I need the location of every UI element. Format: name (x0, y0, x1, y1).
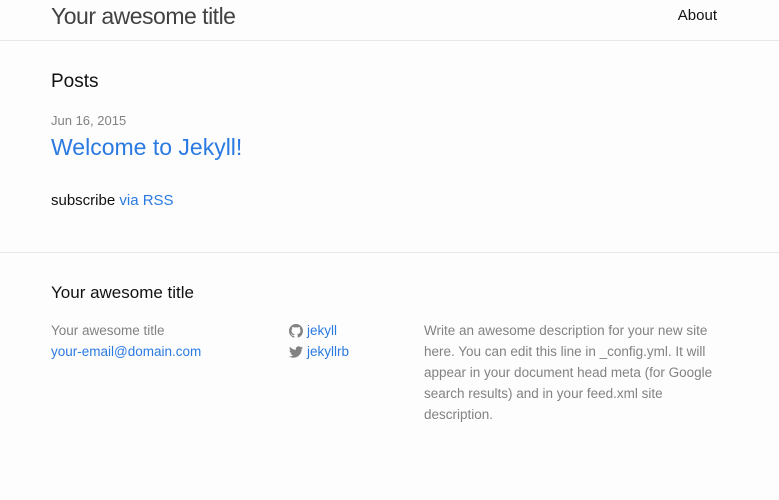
twitter-social: jekyllrb (289, 341, 349, 362)
footer-description: Write an awesome description for your ne… (424, 323, 713, 422)
twitter-link[interactable]: jekyllrb (307, 341, 349, 362)
site-footer: Your awesome title Your awesome title yo… (0, 252, 779, 500)
github-link[interactable]: jekyll (307, 320, 337, 341)
post-title-link[interactable]: Welcome to Jekyll! (51, 134, 242, 161)
post-date: Jun 16, 2015 (51, 113, 127, 128)
subscribe-label: subscribe (51, 192, 116, 209)
github-social: jekyll (289, 320, 349, 341)
site-header: Your awesome title About (0, 0, 779, 41)
site-title-link[interactable]: Your awesome title (51, 2, 236, 30)
twitter-icon (289, 345, 307, 359)
footer-social: jekyll jekyllrb (289, 320, 349, 362)
page-heading: Posts (51, 71, 99, 92)
footer-heading: Your awesome title (51, 283, 195, 302)
footer-contact: Your awesome title your-email@domain.com (51, 320, 201, 362)
footer-email-link[interactable]: your-email@domain.com (51, 341, 201, 362)
nav-about-link[interactable]: About (678, 7, 717, 25)
footer-site-title: Your awesome title (51, 323, 165, 338)
rss-subscribe: subscribe via RSS (51, 192, 174, 210)
rss-link[interactable]: via RSS (119, 192, 173, 209)
github-icon (289, 323, 307, 338)
